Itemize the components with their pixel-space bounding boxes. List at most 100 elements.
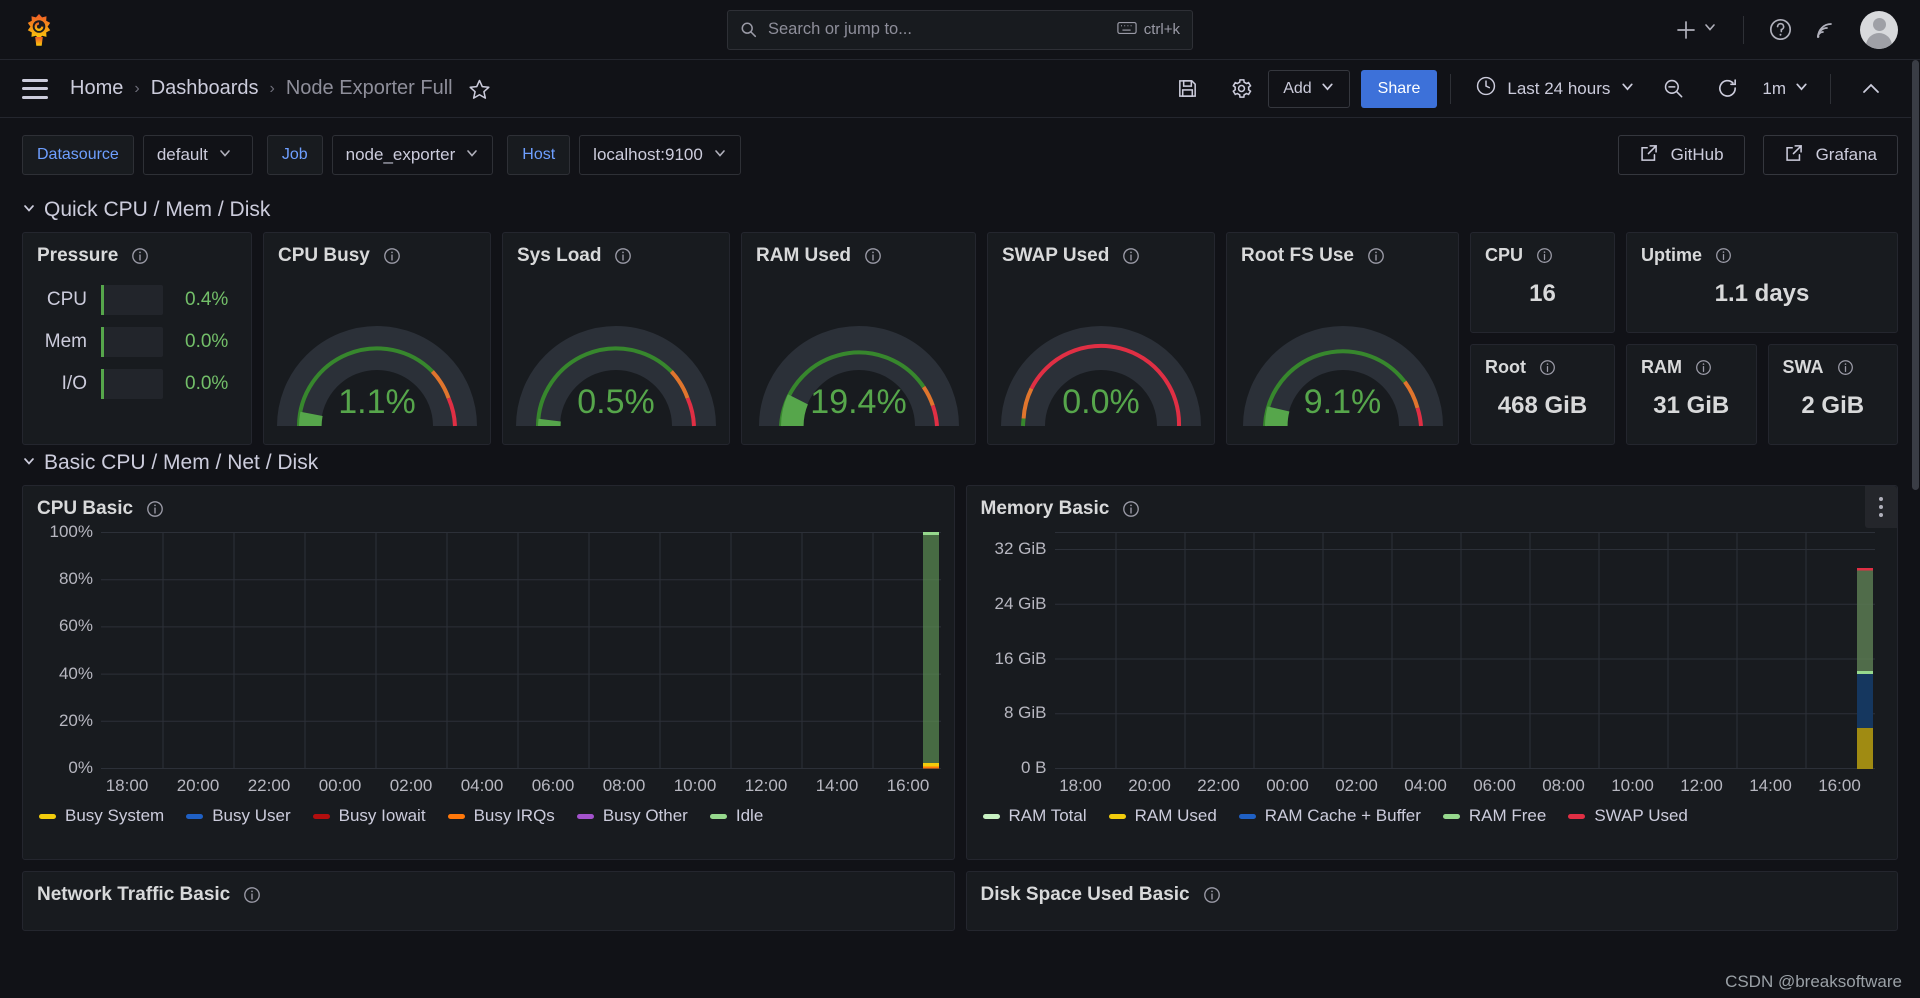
chevron-down-icon — [22, 201, 36, 219]
new-item-button[interactable] — [1663, 12, 1729, 48]
panel-title-cpu: CPU — [1471, 233, 1614, 266]
info-circle-icon[interactable] — [146, 500, 164, 518]
grafana-logo-icon[interactable] — [22, 13, 56, 47]
time-range-picker[interactable]: Last 24 hours — [1464, 70, 1646, 108]
legend-item[interactable]: Busy IRQs — [447, 806, 555, 826]
dashboard-toolbar: Home › Dashboards › Node Exporter Full A… — [0, 60, 1920, 118]
row-header-basic-cpu-mem-net-disk[interactable]: Basic CPU / Mem / Net / Disk — [0, 445, 1920, 485]
xtick: 14:00 — [815, 776, 859, 795]
breadcrumb-item-node-exporter-full[interactable]: Node Exporter Full — [286, 77, 453, 100]
panel-title-uptime: Uptime — [1627, 233, 1897, 266]
legend-item[interactable]: Busy Other — [576, 806, 688, 826]
info-circle-icon[interactable] — [1837, 359, 1855, 377]
share-button-label: Share — [1377, 79, 1421, 97]
variable-datasource: Datasource default — [22, 135, 253, 175]
help-circle-icon[interactable] — [1758, 12, 1802, 48]
memory-basic-legend: RAM Total RAM Used RAM Cache + Buffer RA… — [967, 798, 1898, 826]
refresh-icon[interactable] — [1705, 70, 1749, 108]
ytick: 20% — [58, 710, 93, 730]
legend-swatch — [576, 813, 594, 819]
save-disk-icon[interactable] — [1165, 70, 1209, 108]
share-button[interactable]: Share — [1360, 69, 1438, 108]
xtick: 02:00 — [389, 776, 433, 795]
info-circle-icon[interactable] — [1715, 247, 1733, 265]
page-scrollbar[interactable] — [1911, 60, 1920, 998]
legend-item[interactable]: Busy Iowait — [312, 806, 426, 826]
info-circle-icon[interactable] — [383, 247, 401, 265]
legend-label: Busy System — [65, 806, 165, 825]
xtick: 20:00 — [1128, 776, 1171, 795]
legend-item[interactable]: RAM Used — [1108, 806, 1217, 826]
add-panel-button[interactable]: Add — [1268, 69, 1350, 108]
breadcrumb-item-dashboards[interactable]: Dashboards — [151, 77, 259, 100]
panel-title-cpu-basic: CPU Basic — [23, 486, 954, 520]
variable-value-datasource[interactable]: default — [142, 135, 253, 175]
legend-item[interactable]: SWAP Used — [1568, 806, 1688, 826]
legend-item[interactable]: RAM Cache + Buffer — [1238, 806, 1421, 826]
legend-item[interactable]: Busy User — [186, 806, 291, 826]
bargauge-value: 0.0% — [185, 331, 229, 352]
chevron-down-icon — [1703, 20, 1717, 39]
variable-value-text: localhost:9100 — [593, 145, 703, 164]
external-link-icon — [1639, 143, 1659, 168]
star-outline-icon[interactable] — [468, 78, 490, 100]
info-circle-icon[interactable] — [1695, 359, 1713, 377]
row-header-quick-cpu-mem-disk[interactable]: Quick CPU / Mem / Disk — [0, 192, 1920, 232]
info-circle-icon[interactable] — [1203, 886, 1221, 904]
info-circle-icon[interactable] — [864, 247, 882, 265]
legend-item[interactable]: Idle — [709, 806, 764, 826]
legend-label: Idle — [735, 806, 764, 825]
info-circle-icon[interactable] — [243, 886, 261, 904]
zoom-out-icon[interactable] — [1651, 70, 1695, 108]
legend-item[interactable]: RAM Total — [982, 806, 1087, 826]
xtick: 10:00 — [673, 776, 717, 795]
panel-menu-button[interactable] — [1865, 486, 1897, 528]
chevron-up-icon[interactable] — [1849, 70, 1893, 108]
panel-root-size: Root 468 GiB — [1470, 344, 1615, 445]
chevron-down-icon — [22, 454, 36, 472]
panel-cpu-cores: CPU 16 — [1470, 232, 1615, 333]
rss-icon[interactable] — [1802, 12, 1846, 48]
info-circle-icon[interactable] — [1122, 500, 1140, 518]
panel-disk-space-used-basic: Disk Space Used Basic — [965, 871, 1898, 931]
breadcrumb-item-home[interactable]: Home — [70, 77, 123, 100]
global-search-box[interactable]: Search or jump to... ctrl+k — [727, 9, 1193, 50]
info-circle-icon[interactable] — [1367, 247, 1385, 265]
legend-swatch — [1108, 813, 1126, 819]
hamburger-menu-icon[interactable] — [22, 78, 48, 99]
legend-item[interactable]: RAM Free — [1442, 806, 1546, 826]
xtick: 16:00 — [886, 776, 930, 795]
grafana-link[interactable]: Grafana — [1762, 135, 1898, 175]
legend-item[interactable]: Busy System — [39, 806, 164, 826]
panel-ram-used: RAM Used 19.4% — [741, 232, 976, 445]
scrollbar-thumb[interactable] — [1912, 60, 1919, 490]
panel-title-root-fs-use: Root FS Use — [1227, 233, 1458, 267]
gear-icon[interactable] — [1219, 70, 1263, 108]
user-avatar[interactable] — [1860, 10, 1898, 49]
variable-value-host[interactable]: localhost:9100 — [579, 135, 741, 175]
panel-title-text: Disk Space Used Basic — [980, 884, 1190, 905]
panel-row-1: Pressure CPU 0.4% Mem 0.0% I/O 0.0% CPU … — [22, 232, 1898, 445]
github-link[interactable]: GitHub — [1617, 135, 1745, 175]
gauge-cpu-busy: 1.1% — [264, 267, 490, 438]
variable-value-job[interactable]: node_exporter — [331, 135, 494, 175]
panel-title-text: Pressure — [37, 245, 119, 266]
refresh-interval-picker[interactable]: 1m — [1754, 70, 1817, 108]
memory-basic-plot[interactable]: 32 GiB 24 GiB 16 GiB 8 GiB 0 B 18:00 20:… — [967, 528, 1898, 798]
panel-title-text: SWAP Used — [1002, 245, 1110, 266]
info-circle-icon[interactable] — [1122, 247, 1140, 265]
legend-swatch — [39, 813, 56, 819]
xtick: 06:00 — [1473, 776, 1516, 795]
panel-title-ram: RAM — [1627, 345, 1756, 378]
grafana-link-label: Grafana — [1815, 145, 1877, 164]
variable-label-job: Job — [266, 135, 323, 175]
cpu-basic-plot[interactable]: 100% 80% 60% 40% 20% 0% 18:00 20:00 22:0… — [23, 522, 954, 798]
info-circle-icon[interactable] — [1539, 359, 1557, 377]
info-circle-icon[interactable] — [614, 247, 632, 265]
chevron-down-icon — [1320, 79, 1335, 99]
search-input[interactable]: Search or jump to... — [768, 20, 1117, 39]
info-circle-icon[interactable] — [131, 247, 149, 265]
info-circle-icon[interactable] — [1536, 247, 1554, 265]
search-icon — [740, 21, 757, 38]
chevron-down-icon — [1794, 79, 1809, 99]
